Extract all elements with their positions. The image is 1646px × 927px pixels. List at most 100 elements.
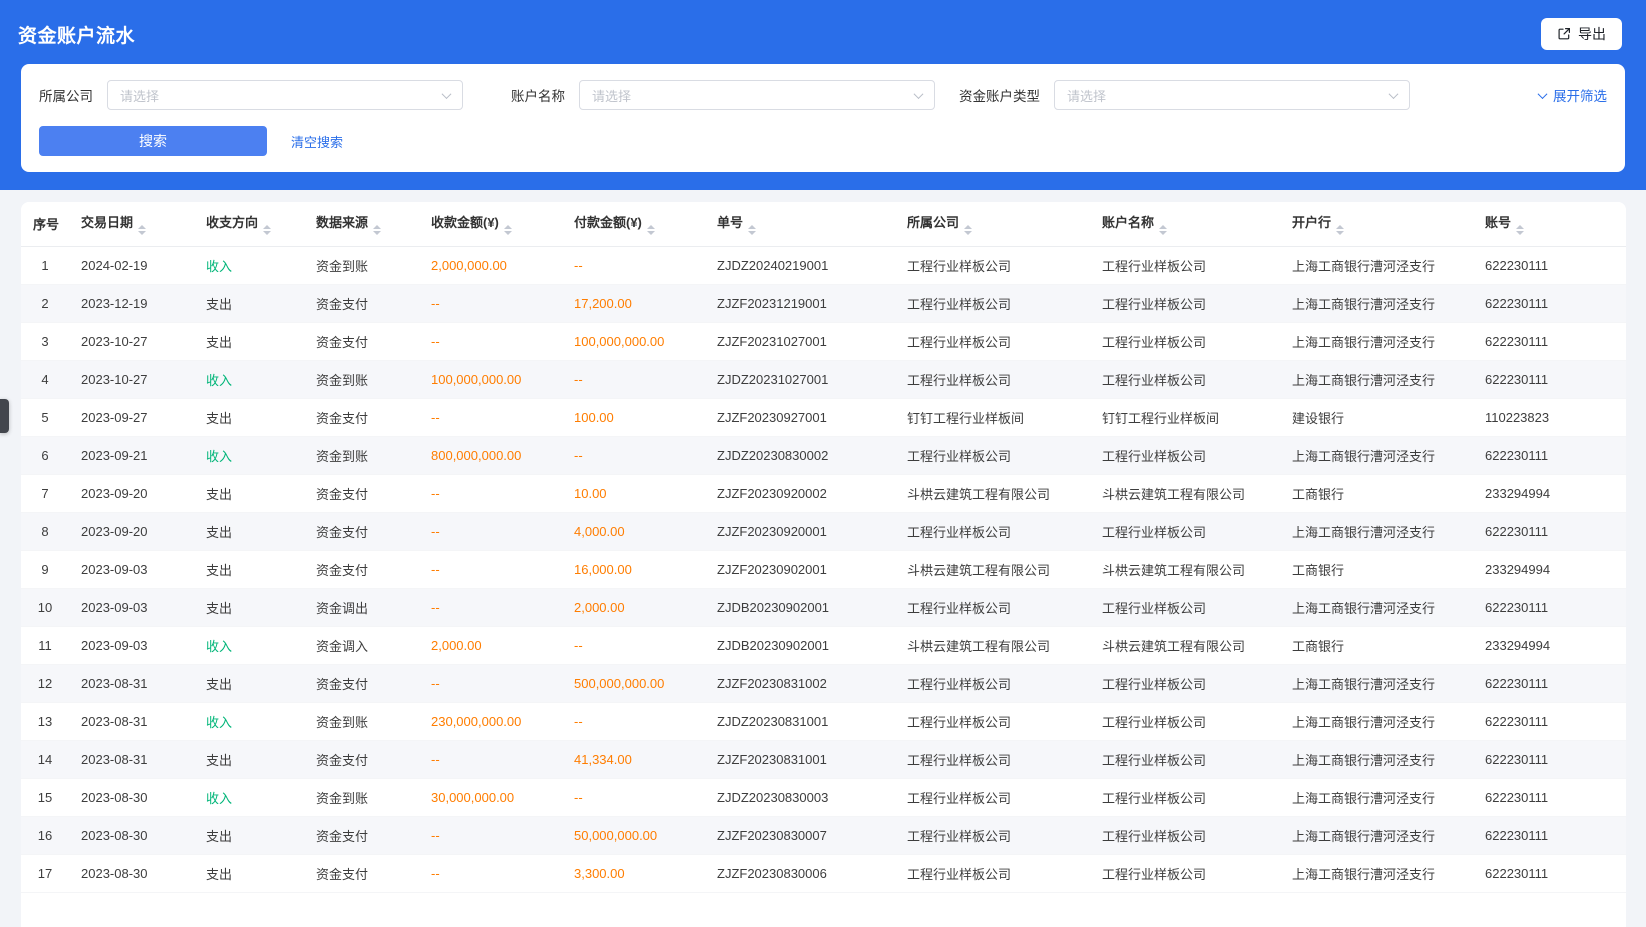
cell-payment: -- [562, 360, 705, 398]
cell-payment: -- [562, 436, 705, 474]
cell-order: ZJZF20231219001 [705, 284, 895, 322]
table-row[interactable]: 152023-08-30收入资金到账30,000,000.00--ZJDZ202… [21, 778, 1626, 816]
sort-icon[interactable] [1336, 225, 1344, 235]
cell-payment: -- [562, 778, 705, 816]
clear-search-link[interactable]: 清空搜索 [291, 132, 343, 151]
table-row[interactable]: 32023-10-27支出资金支付--100,000,000.00ZJZF202… [21, 322, 1626, 360]
cell-account_no: 622230111 [1473, 740, 1626, 778]
cell-bank: 上海工商银行漕河泾支行 [1280, 740, 1473, 778]
table-row[interactable]: 82023-09-20支出资金支付--4,000.00ZJZF202309200… [21, 512, 1626, 550]
cell-no: 16 [21, 816, 69, 854]
cell-date: 2023-09-03 [69, 626, 194, 664]
sort-icon[interactable] [647, 225, 655, 235]
table-row[interactable]: 112023-09-03收入资金调入2,000.00--ZJDB20230902… [21, 626, 1626, 664]
column-header-account[interactable]: 账户名称 [1090, 202, 1280, 246]
drawer-handle[interactable] [0, 399, 9, 433]
table-row[interactable]: 142023-08-31支出资金支付--41,334.00ZJZF2023083… [21, 740, 1626, 778]
cell-account_no: 622230111 [1473, 436, 1626, 474]
cell-company: 工程行业样板公司 [895, 588, 1090, 626]
cell-receipt: 100,000,000.00 [419, 360, 562, 398]
table-row[interactable]: 22023-12-19支出资金支付--17,200.00ZJZF20231219… [21, 284, 1626, 322]
table-row[interactable]: 62023-09-21收入资金到账800,000,000.00--ZJDZ202… [21, 436, 1626, 474]
table-row[interactable]: 52023-09-27支出资金支付--100.00ZJZF20230927001… [21, 398, 1626, 436]
cell-source: 资金支付 [304, 322, 419, 360]
table-row[interactable]: 102023-09-03支出资金调出--2,000.00ZJDB20230902… [21, 588, 1626, 626]
column-header-bank[interactable]: 开户行 [1280, 202, 1473, 246]
sort-icon[interactable] [373, 225, 381, 235]
account-type-select[interactable]: 请选择 [1054, 80, 1410, 110]
cell-order: ZJDB20230902001 [705, 588, 895, 626]
cell-account: 工程行业样板公司 [1090, 436, 1280, 474]
cell-account: 工程行业样板公司 [1090, 740, 1280, 778]
cell-account: 工程行业样板公司 [1090, 284, 1280, 322]
column-label: 收支方向 [206, 215, 258, 230]
cell-date: 2023-09-20 [69, 512, 194, 550]
table-row[interactable]: 132023-08-31收入资金到账230,000,000.00--ZJDZ20… [21, 702, 1626, 740]
cell-direction: 支出 [194, 854, 304, 892]
table-row[interactable]: 162023-08-30支出资金支付--50,000,000.00ZJZF202… [21, 816, 1626, 854]
cell-direction: 支出 [194, 588, 304, 626]
cell-bank: 上海工商银行漕河泾支行 [1280, 322, 1473, 360]
cell-date: 2024-02-19 [69, 246, 194, 284]
cell-direction: 支出 [194, 550, 304, 588]
column-label: 账号 [1485, 215, 1511, 230]
cell-no: 15 [21, 778, 69, 816]
export-label: 导出 [1578, 24, 1606, 44]
cell-company: 工程行业样板公司 [895, 816, 1090, 854]
sort-icon[interactable] [504, 225, 512, 235]
column-header-company[interactable]: 所属公司 [895, 202, 1090, 246]
table-row[interactable]: 92023-09-03支出资金支付--16,000.00ZJZF20230902… [21, 550, 1626, 588]
cell-account_no: 622230111 [1473, 778, 1626, 816]
fund-account-flow-page: 资金账户流水 导出 所属公司 请选择 [0, 0, 1646, 927]
account-name-select[interactable]: 请选择 [579, 80, 935, 110]
cell-company: 斗栱云建筑工程有限公司 [895, 474, 1090, 512]
cell-account: 工程行业样板公司 [1090, 246, 1280, 284]
column-header-receipt[interactable]: 收款金额(¥) [419, 202, 562, 246]
chevron-down-icon [1538, 89, 1548, 99]
cell-company: 斗栱云建筑工程有限公司 [895, 550, 1090, 588]
column-header-source[interactable]: 数据来源 [304, 202, 419, 246]
cell-source: 资金调入 [304, 626, 419, 664]
cell-receipt: -- [419, 284, 562, 322]
cell-date: 2023-09-20 [69, 474, 194, 512]
sort-icon[interactable] [964, 225, 972, 235]
cell-direction: 收入 [194, 246, 304, 284]
table-row[interactable]: 172023-08-30支出资金支付--3,300.00ZJZF20230830… [21, 854, 1626, 892]
table-row[interactable]: 72023-09-20支出资金支付--10.00ZJZF20230920002斗… [21, 474, 1626, 512]
column-header-date[interactable]: 交易日期 [69, 202, 194, 246]
cell-account_no: 622230111 [1473, 284, 1626, 322]
table-row[interactable]: 42023-10-27收入资金到账100,000,000.00--ZJDZ202… [21, 360, 1626, 398]
cell-source: 资金支付 [304, 816, 419, 854]
cell-direction: 收入 [194, 360, 304, 398]
table-card: 序号交易日期收支方向数据来源收款金额(¥)付款金额(¥)单号所属公司账户名称开户… [21, 202, 1626, 927]
cell-account: 工程行业样板公司 [1090, 816, 1280, 854]
cell-order: ZJZF20230831001 [705, 740, 895, 778]
sort-icon[interactable] [1516, 225, 1524, 235]
company-select[interactable]: 请选择 [107, 80, 463, 110]
cell-date: 2023-09-27 [69, 398, 194, 436]
column-header-order[interactable]: 单号 [705, 202, 895, 246]
sort-icon[interactable] [1159, 225, 1167, 235]
expand-filter-link[interactable]: 展开筛选 [1539, 85, 1607, 105]
table-row[interactable]: 122023-08-31支出资金支付--500,000,000.00ZJZF20… [21, 664, 1626, 702]
sort-icon[interactable] [138, 225, 146, 235]
export-button[interactable]: 导出 [1541, 18, 1622, 50]
chevron-down-icon [1389, 89, 1399, 99]
column-header-direction[interactable]: 收支方向 [194, 202, 304, 246]
sort-icon[interactable] [748, 225, 756, 235]
table-row[interactable]: 12024-02-19收入资金到账2,000,000.00--ZJDZ20240… [21, 246, 1626, 284]
cell-date: 2023-12-19 [69, 284, 194, 322]
cell-receipt: -- [419, 664, 562, 702]
column-header-account_no[interactable]: 账号 [1473, 202, 1626, 246]
search-button[interactable]: 搜索 [39, 126, 267, 156]
cell-source: 资金支付 [304, 284, 419, 322]
cell-account_no: 622230111 [1473, 512, 1626, 550]
cell-receipt: -- [419, 854, 562, 892]
column-header-payment[interactable]: 付款金额(¥) [562, 202, 705, 246]
cell-no: 13 [21, 702, 69, 740]
column-label: 收款金额(¥) [431, 215, 499, 230]
filter-field-company: 所属公司 请选择 [39, 80, 463, 110]
cell-bank: 上海工商银行漕河泾支行 [1280, 854, 1473, 892]
cell-direction: 支出 [194, 816, 304, 854]
sort-icon[interactable] [263, 225, 271, 235]
